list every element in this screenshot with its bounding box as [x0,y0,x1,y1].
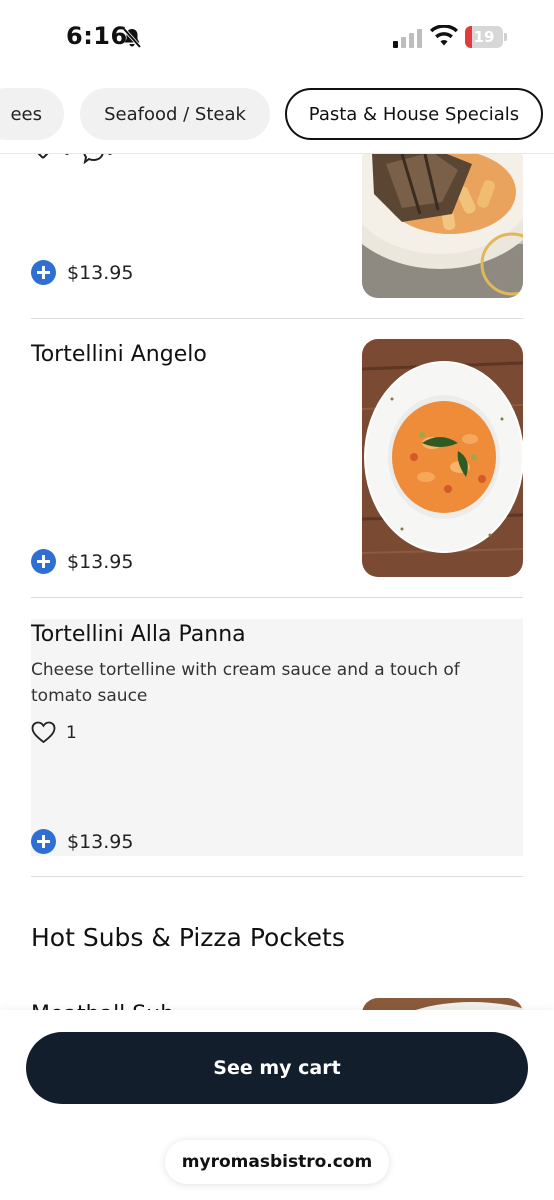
price-row: $13.95 [31,829,133,854]
battery-icon: 19 [465,26,507,48]
item-divider [31,876,523,877]
bottom-bar: See my cart myromasbistro.com [0,1010,554,1200]
battery-level: 19 [473,28,495,46]
menu-item[interactable]: Meatball Sub [31,998,523,1010]
tab-pasta-house-specials[interactable]: Pasta & House Specials [285,88,543,140]
menu-item[interactable]: Tortellini Angelo $13.95 [31,339,523,579]
item-price: $13.95 [67,830,134,853]
item-divider [31,597,523,598]
add-item-button[interactable] [31,260,56,285]
heart-icon[interactable] [31,721,56,744]
item-name: Meatball Sub [31,1002,174,1010]
status-time: 6:16 [66,22,128,50]
add-item-button[interactable] [31,549,56,574]
signal-icon [393,29,422,48]
item-price: $13.95 [67,261,134,284]
like-and-comment-icons [37,154,112,164]
section-title: Hot Subs & Pizza Pockets [31,923,345,952]
meatball-sub-photo[interactable] [362,998,523,1010]
item-price: $13.95 [67,550,134,573]
price-row: $13.95 [31,549,133,574]
bell-slash-icon [122,27,142,49]
price-row: $13.95 [31,260,133,285]
menu-list[interactable]: $13.95 Tortellini Angelo $13.95 Tortelli… [0,154,554,1010]
menu-item[interactable]: Tortellini Alla Panna Cheese tortelline … [31,619,523,856]
tab-seafood-steak[interactable]: Seafood / Steak [80,88,270,140]
item-description: Cheese tortelline with cream sauce and a… [31,660,460,706]
tortellini-angelo-photo[interactable] [362,339,523,577]
menu-item[interactable]: $13.95 [31,154,523,304]
item-name: Tortellini Alla Panna [31,622,246,647]
add-item-button[interactable] [31,829,56,854]
category-tabs: ees Seafood / Steak Pasta & House Specia… [0,88,554,142]
see-my-cart-button[interactable]: See my cart [26,1032,528,1104]
status-bar: 6:16 19 [0,0,554,72]
like-count: 1 [66,722,77,743]
like-control[interactable]: 1 [31,721,77,744]
wifi-icon [430,25,458,46]
item-divider [31,318,523,319]
grilled-chicken-pasta-photo[interactable] [362,154,523,298]
tab-entrees[interactable]: ees [0,88,64,140]
url-bar[interactable]: myromasbistro.com [165,1140,389,1184]
item-name: Tortellini Angelo [31,342,207,367]
